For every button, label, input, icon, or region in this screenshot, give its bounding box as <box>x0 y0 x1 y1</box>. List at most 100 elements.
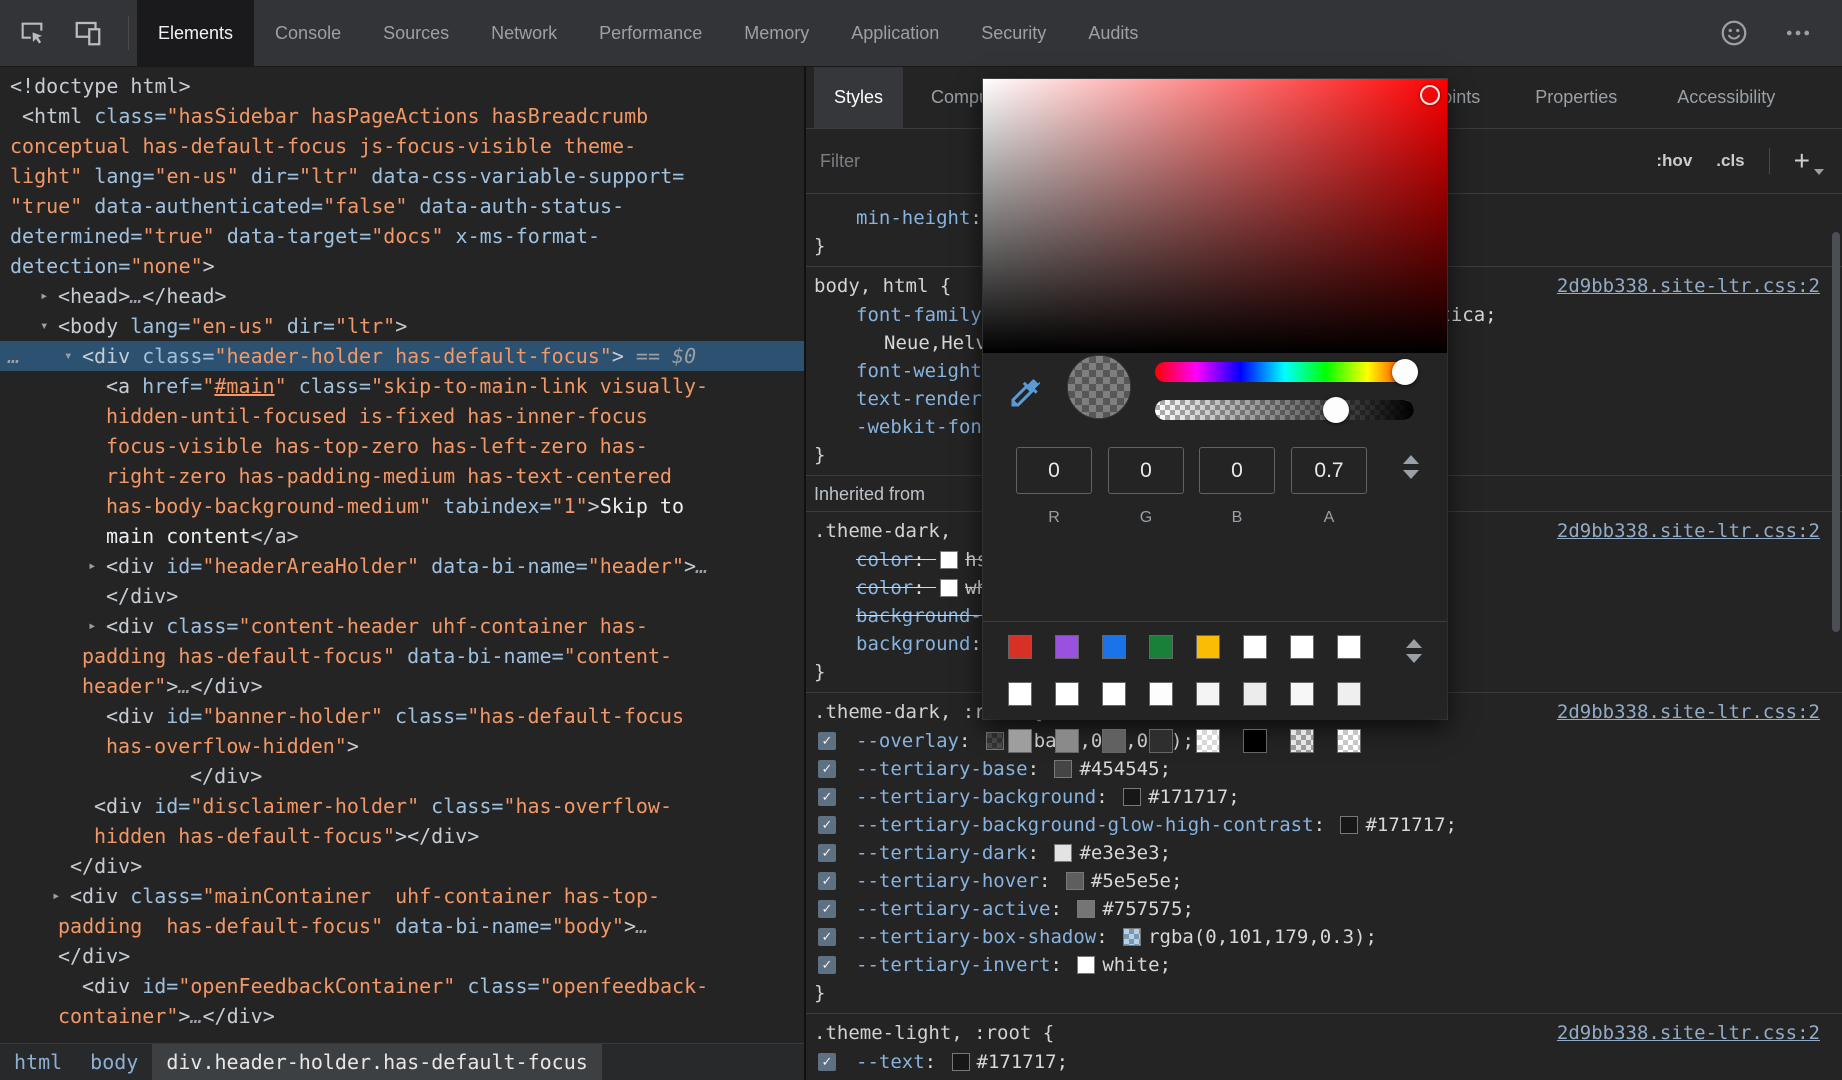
dom-tree-line[interactable]: ▸<div class="content-header uhf-containe… <box>0 611 804 641</box>
hue-slider-knob[interactable] <box>1392 359 1418 385</box>
dom-tree-line-selected[interactable]: …▾<div class="header-holder has-default-… <box>0 341 804 371</box>
property-checkbox[interactable]: ✓ <box>818 1053 836 1071</box>
dom-tree-line[interactable]: light" lang="en-us" dir="ltr" data-css-v… <box>0 161 804 191</box>
dom-tree-line[interactable]: hidden has-default-focus"></div> <box>0 821 804 851</box>
color-swatch[interactable] <box>940 579 958 597</box>
dom-tree-line[interactable]: ▸<div class="mainContainer uhf-container… <box>0 881 804 911</box>
dom-tree-line[interactable]: has-body-background-medium" tabindex="1"… <box>0 491 804 521</box>
dom-tree-line[interactable]: padding has-default-focus" data-bi-name=… <box>0 641 804 671</box>
palette-swatch[interactable] <box>1149 729 1173 753</box>
palette-swatch[interactable] <box>1337 682 1361 706</box>
property-checkbox[interactable]: ✓ <box>818 928 836 946</box>
palette-swatch[interactable] <box>1008 682 1032 706</box>
toolbar-tab-application[interactable]: Application <box>830 0 960 66</box>
dom-tree-line[interactable]: "true" data-authenticated="false" data-a… <box>0 191 804 221</box>
css-property[interactable]: ✓--tertiary-background: #171717; <box>806 783 1842 811</box>
palette-swatch[interactable] <box>1337 635 1361 659</box>
breadcrumb-item-div[interactable]: div.header-holder.has-default-focus <box>152 1044 601 1080</box>
palette-swatch[interactable] <box>1196 682 1220 706</box>
eyedropper-icon[interactable] <box>1007 375 1043 411</box>
color-swatch[interactable] <box>1077 956 1095 974</box>
current-color-swatch[interactable] <box>1067 355 1131 419</box>
dom-tree-line[interactable]: <a href="#main" class="skip-to-main-link… <box>0 371 804 401</box>
dom-tree-line[interactable]: <html class="hasSidebar hasPageActions h… <box>0 101 804 131</box>
palette-swatch[interactable] <box>1290 729 1314 753</box>
dom-tree-line[interactable]: ▸<div id="headerAreaHolder" data-bi-name… <box>0 551 804 581</box>
dom-tree-line[interactable]: padding has-default-focus" data-bi-name=… <box>0 911 804 941</box>
property-checkbox[interactable]: ✓ <box>818 900 836 918</box>
palette-swatch[interactable] <box>1102 635 1126 659</box>
breadcrumb-item-body[interactable]: body <box>76 1044 152 1080</box>
device-toolbar-icon[interactable] <box>66 11 110 55</box>
palette-swatch[interactable] <box>1008 729 1032 753</box>
css-property[interactable]: ✓--tertiary-box-shadow: rgba(0,101,179,0… <box>806 923 1842 951</box>
palette-swatch[interactable] <box>1149 635 1173 659</box>
styles-scrollbar[interactable] <box>1832 232 1840 632</box>
toggle-element-state-button[interactable]: :hov <box>1656 151 1692 171</box>
styles-filter-input[interactable]: Filter <box>820 151 860 172</box>
tree-expand-arrow-icon[interactable]: ▸ <box>52 881 60 911</box>
dom-tree-line[interactable]: main content</a> <box>0 521 804 551</box>
saturation-lightness-area[interactable] <box>983 79 1447 353</box>
alpha-value-input[interactable]: 0.7 <box>1291 447 1367 494</box>
stylesheet-link[interactable]: 2d9bb338.site-ltr.css:2 <box>1557 1018 1820 1048</box>
dom-tree-line[interactable]: container">…</div> <box>0 1001 804 1031</box>
styles-tab-styles[interactable]: Styles <box>814 67 903 128</box>
dom-tree-line[interactable]: detection="none"> <box>0 251 804 281</box>
property-checkbox[interactable]: ✓ <box>818 788 836 806</box>
alpha-slider[interactable] <box>1155 400 1414 420</box>
palette-swatch[interactable] <box>1243 729 1267 753</box>
dom-tree-line[interactable]: ▾<body lang="en-us" dir="ltr"> <box>0 311 804 341</box>
color-swatch[interactable] <box>1123 928 1141 946</box>
toolbar-tab-sources[interactable]: Sources <box>362 0 470 66</box>
color-swatch[interactable] <box>940 551 958 569</box>
dom-tree-line[interactable]: <div id="banner-holder" class="has-defau… <box>0 701 804 731</box>
hue-slider[interactable] <box>1155 362 1414 382</box>
dom-tree-line[interactable]: header">…</div> <box>0 671 804 701</box>
palette-swatch[interactable] <box>1055 729 1079 753</box>
css-property[interactable]: ✓--tertiary-invert: white; <box>806 951 1842 979</box>
palette-swatch[interactable] <box>1102 729 1126 753</box>
css-property[interactable]: ✓--tertiary-active: #757575; <box>806 895 1842 923</box>
devtools-menu-icon[interactable] <box>1776 11 1820 55</box>
palette-swatch[interactable] <box>1196 635 1220 659</box>
toolbar-tab-audits[interactable]: Audits <box>1067 0 1159 66</box>
toolbar-tab-memory[interactable]: Memory <box>723 0 830 66</box>
tree-expand-arrow-icon[interactable]: ▸ <box>88 551 96 581</box>
dom-tree-line[interactable]: determined="true" data-target="docs" x-m… <box>0 221 804 251</box>
blue-value-input[interactable]: 0 <box>1199 447 1275 494</box>
dom-tree-line[interactable]: hidden-until-focused is-fixed has-inner-… <box>0 401 804 431</box>
property-checkbox[interactable]: ✓ <box>818 872 836 890</box>
green-value-input[interactable]: 0 <box>1108 447 1184 494</box>
dom-tree-line[interactable]: ▸<head>…</head> <box>0 281 804 311</box>
css-property[interactable]: ✓--tertiary-hover: #5e5e5e; <box>806 867 1842 895</box>
color-swatch[interactable] <box>986 732 1004 750</box>
tree-collapse-arrow-icon[interactable]: ▾ <box>40 311 48 341</box>
palette-swatch[interactable] <box>1008 635 1032 659</box>
toolbar-tab-network[interactable]: Network <box>470 0 578 66</box>
property-checkbox[interactable]: ✓ <box>818 760 836 778</box>
color-swatch[interactable] <box>952 1053 970 1071</box>
css-property[interactable]: ✓--tertiary-background-glow-high-contras… <box>806 811 1842 839</box>
tree-expand-arrow-icon[interactable]: ▸ <box>88 611 96 641</box>
palette-swatch[interactable] <box>1337 729 1361 753</box>
feedback-smiley-icon[interactable] <box>1712 11 1756 55</box>
dom-tree-line[interactable]: has-overflow-hidden"> <box>0 731 804 761</box>
toolbar-tab-security[interactable]: Security <box>960 0 1067 66</box>
palette-swatch[interactable] <box>1243 635 1267 659</box>
palette-swatch[interactable] <box>1102 682 1126 706</box>
stylesheet-link[interactable]: 2d9bb338.site-ltr.css:2 <box>1557 516 1820 546</box>
dom-tree-line[interactable]: right-zero has-padding-medium has-text-c… <box>0 461 804 491</box>
new-style-rule-button[interactable]: + <box>1794 151 1820 171</box>
palette-swatch[interactable] <box>1055 635 1079 659</box>
color-position-ring[interactable] <box>1420 85 1440 105</box>
property-checkbox[interactable]: ✓ <box>818 844 836 862</box>
dom-tree-line[interactable]: </div> <box>0 761 804 791</box>
dom-tree-line[interactable]: <div id="openFeedbackContainer" class="o… <box>0 971 804 1001</box>
dom-tree-line[interactable]: conceptual has-default-focus js-focus-vi… <box>0 131 804 161</box>
breadcrumb-item-html[interactable]: html <box>0 1044 76 1080</box>
inspect-element-icon[interactable] <box>10 11 54 55</box>
dom-tree-line[interactable]: focus-visible has-top-zero has-left-zero… <box>0 431 804 461</box>
red-value-input[interactable]: 0 <box>1016 447 1092 494</box>
rule-selector-row[interactable]: .theme-light, :root {2d9bb338.site-ltr.c… <box>806 1018 1842 1048</box>
